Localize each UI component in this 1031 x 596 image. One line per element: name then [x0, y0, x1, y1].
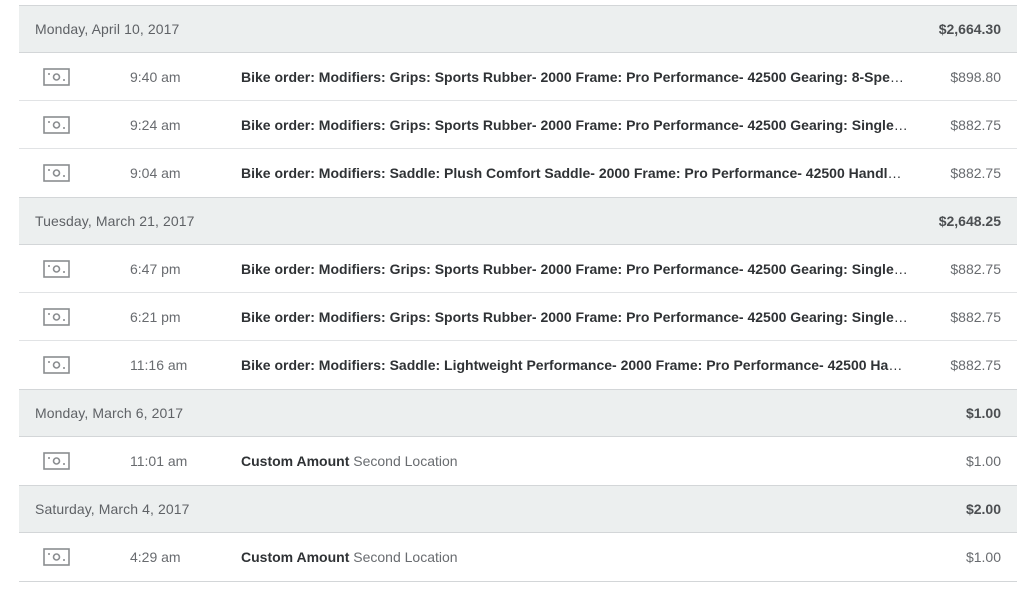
date-group-header: Tuesday, March 21, 2017 $2,648.25 [19, 197, 1017, 245]
transaction-item: Bike order: Modifiers: Saddle: Plush Com… [241, 165, 909, 181]
list-bottom-divider [19, 581, 1017, 582]
cash-icon [43, 68, 70, 86]
transaction-item: Bike order: Modifiers: Grips: Sports Rub… [241, 261, 909, 277]
transaction-time: 11:01 am [130, 453, 188, 469]
transaction-row[interactable]: 6:47 pm Bike order: Modifiers: Grips: Spo… [19, 245, 1017, 293]
transaction-time: 9:04 am [130, 165, 181, 181]
transaction-description: Bike order: Modifiers: Saddle: Plush Com… [241, 149, 909, 197]
transaction-amount: $1.00 [965, 549, 1001, 565]
date-group-header: Monday, April 10, 2017 $2,664.30 [19, 5, 1017, 53]
date-group-header: Monday, March 6, 2017 $1.00 [19, 389, 1017, 437]
transaction-item: Bike order: Modifiers: Grips: Sports Rub… [241, 309, 909, 325]
transaction-amount: $882.75 [950, 165, 1001, 181]
transaction-location: Second Location [353, 453, 458, 469]
transaction-amount: $1.00 [965, 453, 1001, 469]
group-total: $1.00 [965, 405, 1001, 421]
transaction-row[interactable]: 6:21 pm Bike order: Modifiers: Grips: Spo… [19, 293, 1017, 341]
transaction-time: 9:40 am [130, 69, 181, 85]
group-total: $2.00 [965, 501, 1001, 517]
group-date: Saturday, March 4, 2017 [35, 501, 190, 517]
transaction-item: Custom Amount [241, 453, 350, 469]
transaction-amount: $882.75 [950, 117, 1001, 133]
transaction-row[interactable]: 11:16 am Bike order: Modifiers: Saddle: L… [19, 341, 1017, 389]
transaction-description: Bike order: Modifiers: Grips: Sports Rub… [241, 53, 909, 101]
transaction-description: Custom Amount Second Location [241, 437, 909, 485]
cash-icon [43, 356, 70, 374]
transaction-item: Custom Amount [241, 549, 350, 565]
transaction-row[interactable]: 9:40 am Bike order: Modifiers: Grips: Spo… [19, 53, 1017, 101]
transaction-description: Bike order: Modifiers: Saddle: Lightweig… [241, 341, 909, 389]
transaction-description: Custom Amount Second Location [241, 533, 909, 581]
group-total: $2,664.30 [938, 21, 1001, 37]
cash-icon [43, 548, 70, 566]
group-date: Tuesday, March 21, 2017 [35, 213, 195, 229]
cash-icon [43, 308, 70, 326]
transaction-item: Bike order: Modifiers: Grips: Sports Rub… [241, 117, 909, 133]
transaction-time: 6:21 pm [130, 309, 181, 325]
transaction-time: 11:16 am [130, 357, 188, 373]
cash-icon [43, 116, 70, 134]
transaction-amount: $882.75 [950, 261, 1001, 277]
cash-icon [43, 452, 70, 470]
transaction-description: Bike order: Modifiers: Grips: Sports Rub… [241, 101, 909, 149]
transaction-item: Bike order: Modifiers: Grips: Sports Rub… [241, 69, 909, 85]
transaction-location: Second Location [353, 549, 458, 565]
transaction-item: Bike order: Modifiers: Saddle: Lightweig… [241, 357, 909, 373]
transaction-time: 6:47 pm [130, 261, 181, 277]
transaction-row[interactable]: 9:04 am Bike order: Modifiers: Saddle: Pl… [19, 149, 1017, 197]
transaction-description: Bike order: Modifiers: Grips: Sports Rub… [241, 293, 909, 341]
transaction-description: Bike order: Modifiers: Grips: Sports Rub… [241, 245, 909, 293]
transaction-row[interactable]: 11:01 am Custom Amount Second Location $1.… [19, 437, 1017, 485]
transaction-amount: $882.75 [950, 309, 1001, 325]
transactions-list: Monday, April 10, 2017 $2,664.30 9:40 am Bi… [19, 5, 1017, 582]
transaction-amount: $898.80 [950, 69, 1001, 85]
cash-icon [43, 164, 70, 182]
date-group-header: Saturday, March 4, 2017 $2.00 [19, 485, 1017, 533]
group-date: Monday, March 6, 2017 [35, 405, 184, 421]
cash-icon [43, 260, 70, 278]
transaction-row[interactable]: 9:24 am Bike order: Modifiers: Grips: Spo… [19, 101, 1017, 149]
transaction-time: 9:24 am [130, 117, 181, 133]
transaction-time: 4:29 am [130, 549, 181, 565]
transaction-amount: $882.75 [950, 357, 1001, 373]
group-total: $2,648.25 [938, 213, 1001, 229]
transaction-row[interactable]: 4:29 am Custom Amount Second Location $1.0… [19, 533, 1017, 581]
group-date: Monday, April 10, 2017 [35, 21, 180, 37]
